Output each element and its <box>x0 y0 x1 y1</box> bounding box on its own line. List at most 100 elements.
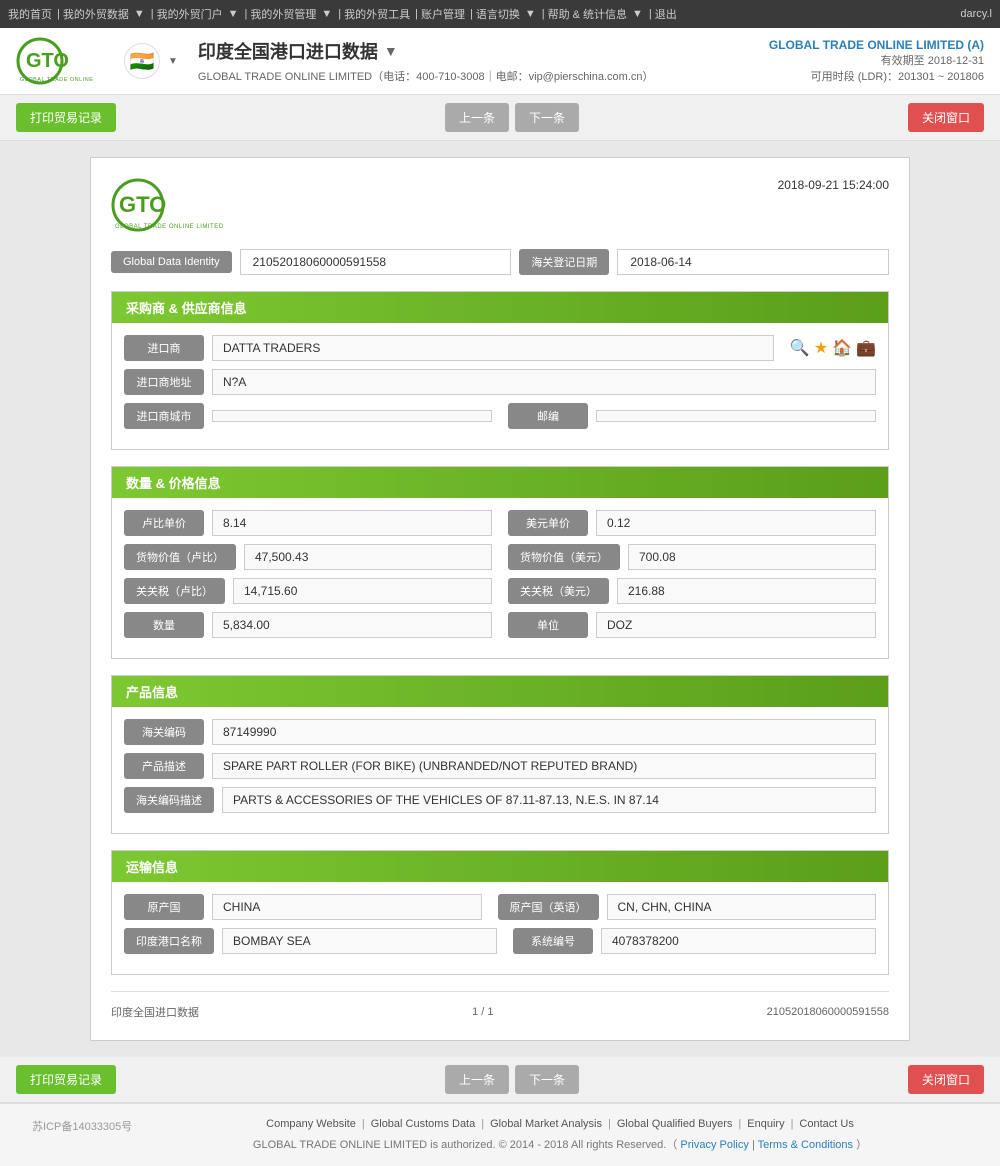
usd-unit-label: 美元单价 <box>508 510 588 536</box>
record-footer: 印度全国进口数据 1 / 1 21052018060000591558 <box>111 991 889 1020</box>
print-button-bottom[interactable]: 打印贸易记录 <box>16 1065 116 1094</box>
hs-code-value: 87149990 <box>212 719 876 745</box>
record-logo: GTO GLOBAL TRADE ONLINE LIMITED <box>111 178 251 233</box>
nav-trade-tools[interactable]: 我的外贸工具 <box>344 6 410 22</box>
footer-privacy[interactable]: Privacy Policy <box>680 1139 748 1151</box>
buyer-supplier-section: 采购商 & 供应商信息 进口商 DATTA TRADERS 🔍 ★ 🏠 💼 进口… <box>111 291 889 450</box>
country-flag: 🇮🇳 <box>124 43 160 79</box>
top-toolbar: 打印贸易记录 上一条 下一条 关闭窗口 <box>0 95 1000 141</box>
product-desc-row: 产品描述 SPARE PART ROLLER (FOR BIKE) (UNBRA… <box>124 753 876 779</box>
hs-code-label: 海关编码 <box>124 719 204 745</box>
usd-val-value: 700.08 <box>628 544 876 570</box>
nav-logout[interactable]: 退出 <box>655 6 677 22</box>
next-button-bottom[interactable]: 下一条 <box>515 1065 579 1094</box>
importer-value: DATTA TRADERS <box>212 335 774 361</box>
company-name: GLOBAL TRADE ONLINE LIMITED (A) <box>769 38 984 52</box>
logo-area: GTO GLOBAL TRADE ONLINE 🇮🇳 ▼ <box>16 36 178 86</box>
importer-row: 进口商 DATTA TRADERS 🔍 ★ 🏠 💼 <box>124 335 876 361</box>
footer-contact-us[interactable]: Contact Us <box>799 1118 853 1130</box>
usd-tax-value: 216.88 <box>617 578 876 604</box>
title-dropdown-icon[interactable]: ▼ <box>384 43 398 59</box>
svg-text:GLOBAL TRADE ONLINE LIMITED: GLOBAL TRADE ONLINE LIMITED <box>115 224 224 230</box>
transport-body: 原产国 CHINA 原产国（英语） CN, CHN, CHINA 印度港口名称 … <box>112 882 888 974</box>
transport-section: 运输信息 原产国 CHINA 原产国（英语） CN, CHN, CHINA 印度… <box>111 850 889 975</box>
origin-cn-value: CHINA <box>212 894 482 920</box>
address-label: 进口商地址 <box>124 369 204 395</box>
briefcase-icon[interactable]: 💼 <box>856 338 876 358</box>
record-datetime: 2018-09-21 15:24:00 <box>778 178 889 192</box>
page-footer: 苏ICP备14033305号 Company Website | Global … <box>0 1103 1000 1166</box>
origin-en-value: CN, CHN, CHINA <box>607 894 877 920</box>
rupee-unit-label: 卢比单价 <box>124 510 204 536</box>
port-value: BOMBAY SEA <box>222 928 497 954</box>
record-page: 1 / 1 <box>472 1006 493 1018</box>
usd-tax-label: 关关税（美元） <box>508 578 609 604</box>
rupee-tax-label: 关关税（卢比） <box>124 578 225 604</box>
next-button-top[interactable]: 下一条 <box>515 103 579 132</box>
record-source: 印度全国进口数据 <box>111 1004 199 1020</box>
close-button-bottom[interactable]: 关闭窗口 <box>908 1065 984 1094</box>
goods-value-row: 货物价值（卢比） 47,500.43 货物价值（美元） 700.08 <box>124 544 876 570</box>
nav-help[interactable]: 帮助 & 统计信息 <box>548 6 627 22</box>
main-content: GTO GLOBAL TRADE ONLINE LIMITED 2018-09-… <box>0 141 1000 1057</box>
origin-row: 原产国 CHINA 原产国（英语） CN, CHN, CHINA <box>124 894 876 920</box>
print-button-top[interactable]: 打印贸易记录 <box>16 103 116 132</box>
transport-section-title: 运输信息 <box>112 851 888 882</box>
nav-account[interactable]: 账户管理 <box>421 6 465 22</box>
usd-unit-value: 0.12 <box>596 510 876 536</box>
top-navigation: 我的首页 | 我的外贸数据 ▼ | 我的外贸门户 ▼ | 我的外贸管理 ▼ | … <box>0 0 1000 28</box>
icp-badge: 苏ICP备14033305号 <box>32 1118 152 1134</box>
origin-cn-label: 原产国 <box>124 894 204 920</box>
nav-trade-portal[interactable]: 我的外贸门户 <box>157 6 223 22</box>
price-body: 卢比单价 8.14 美元单价 0.12 货物价值（卢比） 47,500.43 货… <box>112 498 888 658</box>
customs-date-label: 海关登记日期 <box>519 249 609 275</box>
footer-global-market[interactable]: Global Market Analysis <box>490 1118 602 1130</box>
product-section: 产品信息 海关编码 87149990 产品描述 SPARE PART ROLLE… <box>111 675 889 834</box>
footer-terms[interactable]: Terms & Conditions <box>758 1139 853 1151</box>
footer-copyright: GLOBAL TRADE ONLINE LIMITED is authorize… <box>152 1136 968 1152</box>
page-title: 印度全国港口进口数据 ▼ <box>198 38 769 64</box>
nav-language[interactable]: 语言切换 <box>476 6 520 22</box>
footer-global-customs[interactable]: Global Customs Data <box>371 1118 476 1130</box>
rupee-val-value: 47,500.43 <box>244 544 492 570</box>
hs-desc-row: 海关编码描述 PARTS & ACCESSORIES OF THE VEHICL… <box>124 787 876 813</box>
star-icon[interactable]: ★ <box>814 338 828 358</box>
hs-desc-value: PARTS & ACCESSORIES OF THE VEHICLES OF 8… <box>222 787 876 813</box>
unit-label: 单位 <box>508 612 588 638</box>
price-section: 数量 & 价格信息 卢比单价 8.14 美元单价 0.12 货物价值（卢比） 4… <box>111 466 889 659</box>
rupee-tax-value: 14,715.60 <box>233 578 492 604</box>
sys-label: 系统编号 <box>513 928 593 954</box>
importer-label: 进口商 <box>124 335 204 361</box>
footer-links: Company Website | Global Customs Data | … <box>152 1118 968 1130</box>
home-icon[interactable]: 🏠 <box>832 338 852 358</box>
postal-value <box>596 410 876 422</box>
search-icon[interactable]: 🔍 <box>790 338 810 358</box>
nav-home[interactable]: 我的首页 <box>8 6 52 22</box>
port-label: 印度港口名称 <box>124 928 214 954</box>
unit-value: DOZ <box>596 612 876 638</box>
price-section-title: 数量 & 价格信息 <box>112 467 888 498</box>
rupee-val-label: 货物价值（卢比） <box>124 544 236 570</box>
flag-dropdown-icon[interactable]: ▼ <box>168 56 178 67</box>
origin-en-label: 原产国（英语） <box>498 894 599 920</box>
record-card: GTO GLOBAL TRADE ONLINE LIMITED 2018-09-… <box>90 157 910 1041</box>
gdi-label: Global Data Identity <box>111 251 232 273</box>
close-button-top[interactable]: 关闭窗口 <box>908 103 984 132</box>
svg-text:GLOBAL TRADE ONLINE: GLOBAL TRADE ONLINE <box>20 77 93 83</box>
footer-company-website[interactable]: Company Website <box>266 1118 356 1130</box>
qty-row: 数量 5,834.00 单位 DOZ <box>124 612 876 638</box>
hs-code-row: 海关编码 87149990 <box>124 719 876 745</box>
gdi-row: Global Data Identity 2105201806000059155… <box>111 249 889 275</box>
footer-global-buyers[interactable]: Global Qualified Buyers <box>617 1118 733 1130</box>
prev-button-bottom[interactable]: 上一条 <box>445 1065 509 1094</box>
prev-button-top[interactable]: 上一条 <box>445 103 509 132</box>
buyer-supplier-body: 进口商 DATTA TRADERS 🔍 ★ 🏠 💼 进口商地址 N?A 进口商城… <box>112 323 888 449</box>
nav-trade-data[interactable]: 我的外贸数据 <box>63 6 129 22</box>
nav-trade-manage[interactable]: 我的外贸管理 <box>250 6 316 22</box>
product-desc-value: SPARE PART ROLLER (FOR BIKE) (UNBRANDED/… <box>212 753 876 779</box>
validity: 有效期至 2018-12-31 <box>769 52 984 68</box>
footer-enquiry[interactable]: Enquiry <box>747 1118 784 1130</box>
product-body: 海关编码 87149990 产品描述 SPARE PART ROLLER (FO… <box>112 707 888 833</box>
importer-icons: 🔍 ★ 🏠 💼 <box>790 338 876 358</box>
bottom-toolbar: 打印贸易记录 上一条 下一条 关闭窗口 <box>0 1057 1000 1103</box>
